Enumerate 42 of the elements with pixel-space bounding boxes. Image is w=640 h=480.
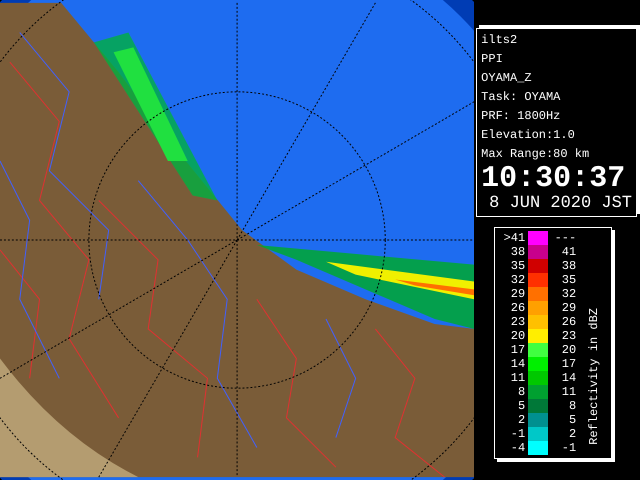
legend-high-value: 23: [560, 328, 576, 344]
legend-low-value: >41: [502, 230, 526, 246]
legend-low-value: 17: [510, 342, 526, 358]
legend-low-value: 29: [510, 286, 526, 302]
info-line: ilts2: [481, 32, 518, 49]
info-line: Task: OYAMA: [481, 89, 562, 106]
legend-high-value: 35: [560, 272, 576, 288]
legend-high-value: 14: [560, 370, 576, 386]
legend-low-value: 23: [510, 314, 526, 330]
legend-high-value: ---: [554, 230, 576, 246]
legend-high-value: -1: [560, 440, 576, 456]
legend-low-value: 5: [516, 398, 526, 414]
legend-low-value: 35: [510, 258, 526, 274]
date-text: 8 JUN 2020 JST: [488, 194, 632, 214]
legend-high-value: 17: [560, 356, 576, 372]
legend-high-value: 41: [560, 244, 576, 260]
legend-high-value: 8: [568, 398, 576, 414]
legend-low-value: 26: [510, 300, 526, 316]
legend-high-value: 20: [560, 342, 576, 358]
legend-low-value: 32: [510, 272, 526, 288]
legend-low-value: 14: [510, 356, 526, 372]
legend-low-value: 8: [516, 384, 526, 400]
legend-high-value: 11: [560, 384, 576, 400]
legend-high-value: 29: [560, 300, 576, 316]
legend-high-value: 2: [568, 426, 576, 442]
info-line: PRF: 1800Hz: [481, 108, 562, 125]
legend-low-value: -4: [510, 440, 526, 456]
legend-low-value: 38: [510, 244, 526, 260]
info-line: OYAMA_Z: [481, 70, 533, 87]
info-line: PPI: [481, 51, 504, 68]
legend-low-value: 2: [516, 412, 526, 428]
legend-high-value: 5: [568, 412, 576, 428]
legend-high-value: 38: [560, 258, 576, 274]
legend-high-value: 26: [560, 314, 576, 330]
info-line: Max Range:80 km: [481, 146, 590, 163]
legend-low-value: 20: [510, 328, 526, 344]
time-text: 10:30:37: [481, 164, 626, 194]
info-line: Elevation:1.0: [481, 127, 576, 144]
legend-title: Reflectivity in dBZ: [586, 308, 602, 445]
legend-low-value: -1: [510, 426, 526, 442]
legend-high-value: 32: [560, 286, 576, 302]
legend-low-value: 11: [510, 370, 526, 386]
